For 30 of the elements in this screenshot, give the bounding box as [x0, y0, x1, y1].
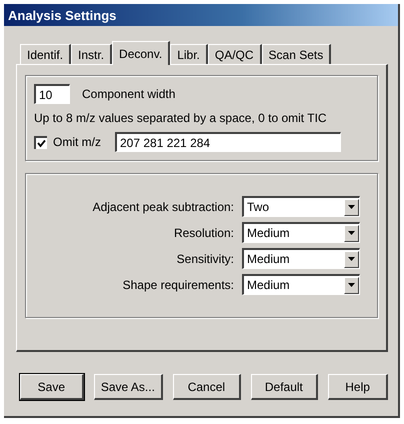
setting-label: Resolution: [172, 226, 234, 240]
tab[interactable]: Instr. [71, 44, 112, 64]
dialog-button[interactable]: Default [250, 374, 318, 400]
dialog-button[interactable]: Save As... [94, 374, 164, 400]
dropdown-arrow-icon [348, 231, 355, 235]
checkmark-icon [37, 138, 46, 148]
field-label: Component width [82, 87, 176, 101]
dropdown-arrow-icon [348, 257, 355, 261]
dropdown[interactable]: Two [242, 196, 360, 217]
component-width-field[interactable]: 10 [34, 84, 70, 104]
tab[interactable]: Identif. [20, 44, 72, 64]
tab[interactable]: Deconv. [112, 41, 170, 65]
hint-text: Up to 8 m/z values separated by a space, 0 to omit TIC [34, 111, 328, 125]
tab[interactable]: Libr. [170, 44, 208, 64]
setting-label: Sensitivity: [176, 252, 234, 266]
tab[interactable]: QA/QC [208, 44, 262, 64]
tab[interactable]: Scan Sets [262, 44, 332, 64]
window-title: Analysis Settings [8, 8, 116, 22]
setting-label: Adjacent peak subtraction: [92, 200, 234, 214]
dialog-button[interactable]: Cancel [173, 374, 241, 400]
dialog-button[interactable]: Help [328, 374, 388, 400]
dialog-button[interactable]: Save [20, 374, 84, 400]
mz-values-field[interactable]: 207 281 221 284 [115, 132, 341, 152]
omit-mz-checkbox[interactable]: Omit m/z [34, 135, 101, 149]
dropdown[interactable]: Medium [242, 248, 360, 269]
dropdown-arrow-icon [348, 283, 355, 287]
setting-label: Shape requirements: [122, 278, 234, 292]
dropdown[interactable]: Medium [242, 274, 360, 295]
dropdown-arrow-icon [348, 205, 355, 209]
dropdown[interactable]: Medium [242, 222, 360, 243]
